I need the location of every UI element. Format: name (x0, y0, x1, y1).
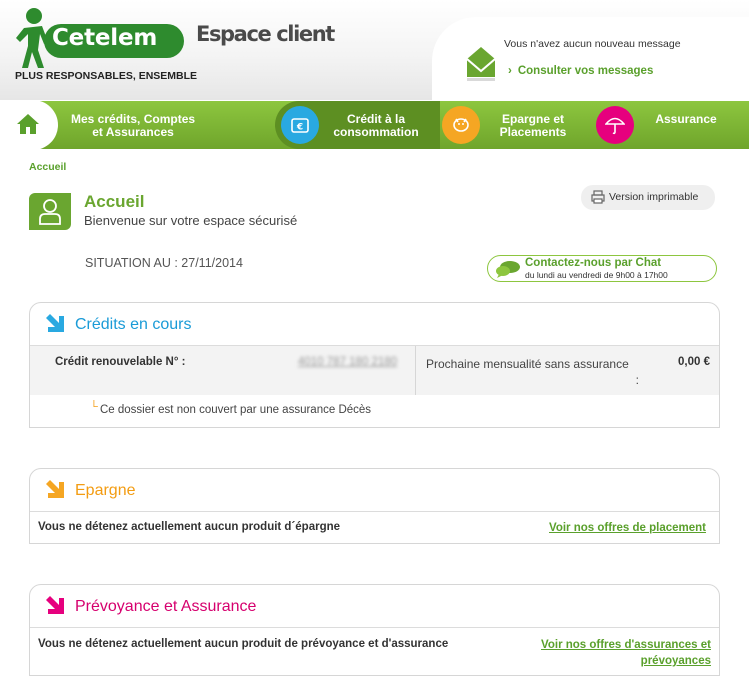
epargne-title: Epargne (75, 482, 136, 499)
page-subtitle: Bienvenue sur votre espace sécurisé (84, 213, 298, 228)
prevoyance-title: Prévoyance et Assurance (75, 598, 257, 615)
wallet-euro-icon: € (281, 106, 319, 144)
chat-hours: du lundi au vendredi de 9h00 à 17h00 (525, 270, 668, 280)
insurance-offers-link[interactable]: Voir nos offres d'assurances et prévoyan… (541, 637, 711, 669)
svg-text:€: € (296, 123, 303, 133)
chat-contact-button[interactable]: Contactez-nous par Chat du lundi au vend… (487, 255, 717, 282)
credits-title: Crédits en cours (75, 316, 192, 333)
nav-epargne-placements[interactable]: Epargne et Placements (440, 101, 590, 149)
messages-status: Vous n'avez aucun nouveau message (504, 38, 681, 50)
consult-messages-label: Consulter vos messages (517, 65, 654, 77)
nav-credit-consommation-label: Crédit à la consommation (333, 112, 419, 139)
epargne-card: Epargne Vous ne détenez actuellement auc… (29, 468, 720, 544)
espace-client-title: Espace client (196, 22, 335, 46)
column-divider (415, 346, 416, 395)
credit-note: Ce dossier est non couvert par une assur… (100, 404, 372, 416)
print-version-button[interactable]: Version imprimable (581, 185, 715, 210)
page-title: Accueil (84, 192, 145, 211)
breadcrumb[interactable]: Accueil (29, 161, 66, 173)
arrow-down-right-icon (46, 596, 64, 614)
logo-text: Cetelem (52, 25, 158, 51)
envelope-icon (467, 47, 495, 81)
nav-mes-credits[interactable]: Mes crédits, Comptes et Assurances (60, 101, 260, 149)
printer-icon (591, 190, 605, 204)
umbrella-icon (596, 106, 634, 144)
nav-assurance[interactable]: Assurance (596, 101, 746, 149)
nav-mes-credits-label: Mes crédits, Comptes et Assurances (71, 112, 196, 139)
nav-credit-consommation[interactable]: € Crédit à la consommation (280, 101, 440, 149)
placement-offers-link[interactable]: Voir nos offres de placement (549, 520, 706, 536)
main-nav: Mes crédits, Comptes et Assurances € Créd… (0, 100, 749, 150)
prevoyance-card-header: Prévoyance et Assurance (30, 585, 719, 628)
credit-note-row: └ Ce dossier est non couvert par une ass… (30, 395, 719, 428)
user-icon (39, 199, 61, 225)
next-payment-amount: 0,00 € (678, 356, 710, 368)
credit-label: Crédit renouvelable N° : (55, 356, 186, 368)
credit-number-masked[interactable]: 4010 787 180 2180 (298, 356, 397, 368)
epargne-card-header: Epargne (30, 469, 719, 512)
chat-bubble-icon (496, 261, 520, 278)
chevron-right-icon: › (508, 65, 512, 77)
prevoyance-card: Prévoyance et Assurance Vous ne détenez … (29, 584, 720, 676)
situation-date: SITUATION AU : 27/11/2014 (85, 256, 243, 270)
avatar (29, 193, 71, 230)
epargne-text: Vous ne détenez actuellement aucun produ… (38, 521, 341, 533)
chat-title: Contactez-nous par Chat (525, 257, 662, 269)
piggy-bank-icon (442, 106, 480, 144)
logo-tagline: PLUS RESPONSABLES, ENSEMBLE (15, 70, 198, 82)
header: Cetelem PLUS RESPONSABLES, ENSEMBLE Espa… (0, 0, 749, 107)
arrow-down-right-icon (46, 480, 64, 498)
arrow-down-right-icon (46, 314, 64, 332)
home-icon (17, 114, 39, 134)
prevoyance-text: Vous ne détenez actuellement aucun produ… (38, 638, 449, 650)
cetelem-logo[interactable]: Cetelem PLUS RESPONSABLES, ENSEMBLE (14, 6, 197, 86)
nav-epargne-placements-label: Epargne et Placements (499, 112, 567, 139)
credits-card: Crédits en cours Crédit renouvelable N° … (29, 302, 720, 428)
consult-messages-link[interactable]: › Consulter vos messages (508, 65, 653, 77)
nav-home[interactable] (0, 100, 58, 150)
credits-card-header: Crédits en cours (30, 303, 719, 346)
credit-row[interactable]: Crédit renouvelable N° : 4010 787 180 21… (30, 346, 719, 395)
print-version-label: Version imprimable (609, 191, 699, 203)
nav-assurance-label: Assurance (655, 112, 717, 126)
next-payment-label: Prochaine mensualité sans assurance : (426, 357, 639, 387)
corner-arrow-icon: └ (90, 401, 98, 413)
